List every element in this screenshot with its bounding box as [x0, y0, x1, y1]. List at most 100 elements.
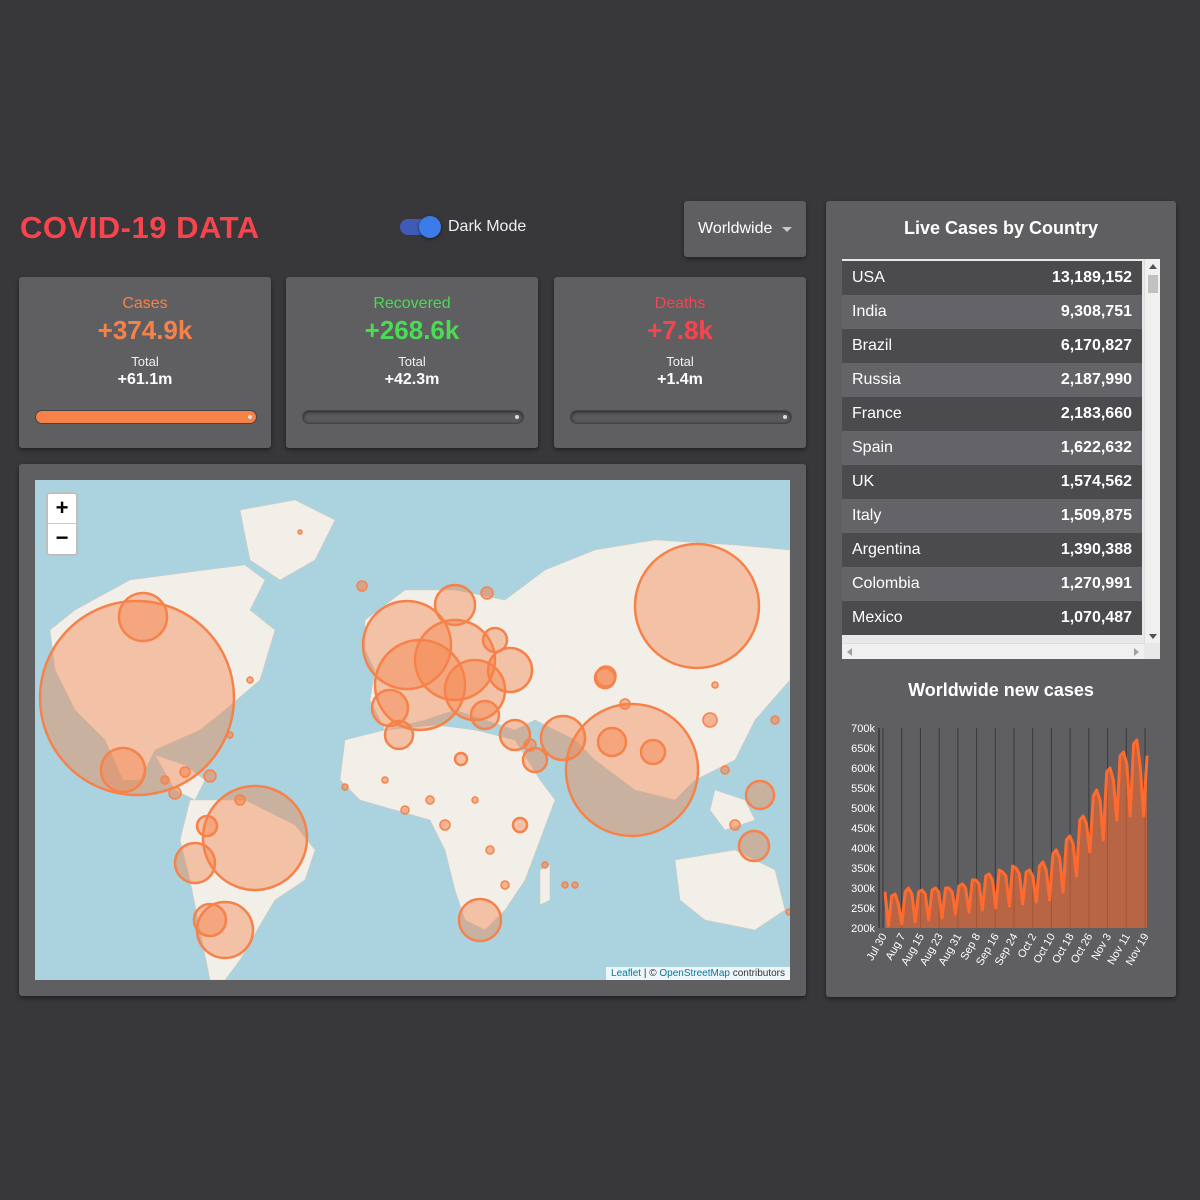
data-point: [914, 921, 916, 923]
card-total-value: +61.1m: [117, 371, 173, 388]
data-point: [924, 893, 927, 895]
table-row: Mexico 1,070,487: [842, 601, 1142, 635]
scroll-up-icon[interactable]: [1149, 264, 1157, 269]
data-point: [958, 885, 960, 887]
card-title: Recovered: [373, 295, 451, 312]
data-point: [981, 909, 984, 911]
map-canvas[interactable]: [35, 480, 790, 980]
data-point: [887, 925, 890, 927]
y-tick-label: 650k: [851, 743, 875, 755]
recovered-card[interactable]: Recovered +268.6k Total +42.3m: [286, 277, 538, 448]
data-point: [1102, 839, 1105, 841]
data-point: [1085, 823, 1088, 825]
data-point: [904, 891, 906, 893]
card-today-value: +374.9k: [97, 315, 193, 345]
card-indicator-dot: [248, 415, 252, 419]
data-point: [1035, 901, 1037, 903]
card-total-value: +1.4m: [657, 371, 703, 388]
data-point: [911, 893, 913, 895]
data-point: [884, 891, 886, 893]
table-row: UK 1,574,562: [842, 465, 1142, 499]
data-point: [894, 893, 896, 895]
card-indicator-bar: [35, 410, 257, 424]
country-select[interactable]: Worldwide: [684, 201, 806, 257]
data-point: [978, 883, 980, 885]
data-point: [1105, 771, 1108, 773]
country-name: Brazil: [852, 337, 893, 354]
data-point: [934, 887, 937, 889]
country-cases: 1,390,388: [1060, 541, 1132, 558]
leaflet-link[interactable]: Leaflet: [611, 968, 641, 979]
data-point: [968, 911, 970, 913]
data-point: [901, 923, 903, 925]
data-point: [1072, 843, 1074, 845]
cases-card[interactable]: Cases +374.9k Total +61.1m: [19, 277, 271, 448]
table-title: Live Cases by Country: [903, 218, 1099, 238]
data-point: [1142, 815, 1145, 817]
data-point: [1126, 763, 1128, 765]
new-cases-chart: 200k 250k 300k 350k 400k 450k 500k 550k 600k 650k…: [851, 723, 1151, 968]
scroll-right-icon[interactable]: [1134, 648, 1139, 656]
scroll-down-icon[interactable]: [1149, 634, 1157, 639]
scroll-left-icon[interactable]: [847, 648, 852, 656]
table-row: Russia 2,187,990: [842, 363, 1142, 397]
data-point: [1028, 869, 1031, 871]
data-point: [1015, 867, 1017, 869]
toggle-thumb[interactable]: [419, 216, 441, 238]
y-tick-label: 500k: [851, 803, 875, 815]
card-indicator-dot: [515, 415, 519, 419]
country-name: Argentina: [852, 541, 921, 558]
data-point: [1021, 903, 1024, 905]
data-point: [1112, 779, 1115, 781]
card-indicator-bar: [570, 410, 792, 424]
horizontal-scrollbar[interactable]: [842, 643, 1144, 659]
country-name: Spain: [852, 439, 893, 456]
data-point: [1018, 873, 1021, 875]
y-tick-label: 350k: [851, 863, 875, 875]
data-point: [998, 869, 1000, 871]
osm-link[interactable]: OpenStreetMap: [659, 968, 730, 979]
country-cases: 13,189,152: [1051, 269, 1132, 286]
data-point: [974, 879, 977, 881]
zoom-out-button[interactable]: −: [48, 524, 76, 554]
table-row: India 9,308,751: [842, 295, 1142, 329]
dark-mode-toggle[interactable]: Dark Mode: [400, 216, 526, 238]
data-point: [1062, 891, 1064, 893]
scroll-thumb[interactable]: [1148, 275, 1158, 293]
country-name: Mexico: [852, 609, 903, 626]
table-row: Spain 1,622,632: [842, 431, 1142, 465]
data-point: [1058, 857, 1061, 859]
country-cases: 1,270,991: [1060, 575, 1132, 592]
world-map[interactable]: + − Leaflet | © OpenStreetMap contributo…: [35, 480, 790, 980]
card-total-label: Total: [131, 354, 159, 369]
data-point: [1011, 865, 1014, 867]
data-point: [1129, 815, 1131, 817]
data-point: [951, 891, 953, 893]
data-point: [1089, 851, 1091, 853]
data-point: [1045, 869, 1047, 871]
country-cases: 2,187,990: [1060, 371, 1132, 388]
card-indicator-bar: [302, 410, 524, 424]
map-panel: + − Leaflet | © OpenStreetMap contributo…: [19, 464, 806, 996]
toggle-track[interactable]: [400, 216, 441, 238]
data-point: [931, 889, 933, 891]
chart-title: Worldwide new cases: [908, 680, 1094, 700]
y-tick-label: 200k: [851, 923, 875, 935]
card-indicator-fill: [36, 411, 256, 423]
card-today-value: +7.8k: [647, 315, 713, 345]
deaths-card[interactable]: Deaths +7.8k Total +1.4m: [554, 277, 806, 448]
country-table[interactable]: USA 13,189,152 India 9,308,751 Brazil 6,170,8…: [842, 259, 1160, 659]
data-point: [917, 891, 920, 893]
card-title: Deaths: [654, 295, 706, 312]
zoom-in-button[interactable]: +: [48, 494, 76, 524]
country-name: USA: [852, 269, 885, 286]
data-point: [954, 913, 957, 915]
data-point: [1052, 853, 1054, 855]
data-point: [1008, 905, 1011, 907]
data-point: [1065, 839, 1068, 841]
vertical-scrollbar[interactable]: [1144, 259, 1160, 643]
y-tick-label: 300k: [851, 883, 875, 895]
data-point: [921, 889, 923, 891]
data-point: [907, 887, 910, 889]
data-point: [1099, 799, 1101, 801]
